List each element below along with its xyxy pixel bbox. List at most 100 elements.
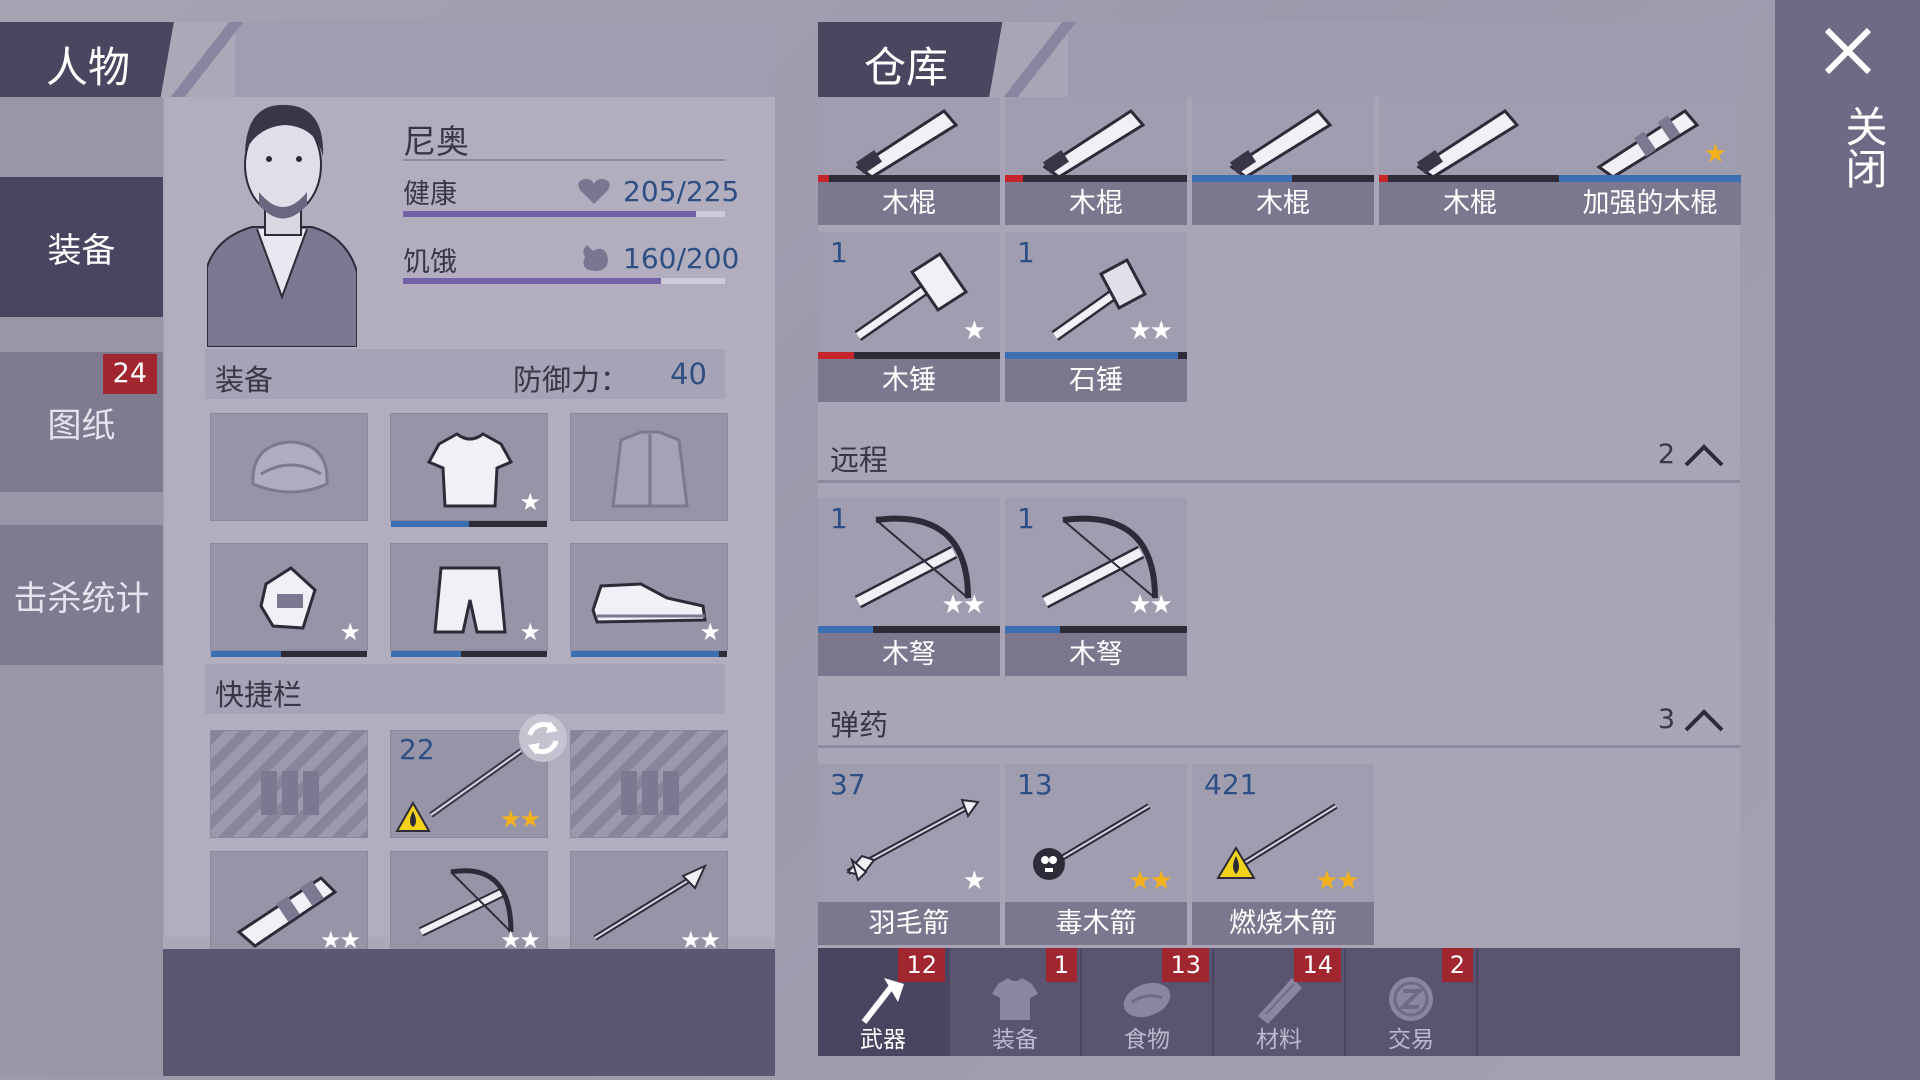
tab-trade[interactable]: 2 交易: [1346, 948, 1478, 1056]
hunger-label: 饥饿: [403, 247, 457, 278]
item-count: 13: [1017, 768, 1053, 801]
tab-label: 材料: [1256, 1027, 1302, 1053]
item-name: 羽毛箭: [818, 902, 1000, 945]
quickbar-section-header: 快捷栏: [205, 664, 725, 714]
durability-bar: [1005, 175, 1187, 182]
equipment-slot-outerwear[interactable]: [570, 413, 728, 521]
durability-bar: [1005, 626, 1187, 633]
side-tab-kill-stats[interactable]: 击杀统计: [0, 525, 163, 665]
item-count: 1: [830, 236, 848, 269]
health-label: 健康: [403, 179, 457, 210]
rating-stars: ★★: [1128, 866, 1173, 896]
rating-stars: ★: [519, 488, 540, 516]
storage-item-card[interactable]: 37 ★ 羽毛箭: [818, 764, 1000, 945]
close-icon[interactable]: [1823, 26, 1873, 76]
character-header-strip: [235, 22, 775, 97]
equipment-slot-head[interactable]: [210, 413, 368, 521]
tab-food[interactable]: 13 食物: [1082, 948, 1214, 1056]
category-title: 远程: [830, 443, 889, 477]
durability-bar: [1192, 175, 1374, 182]
character-header: 人物: [0, 22, 244, 97]
item-name: 木弩: [1005, 633, 1187, 676]
jacket-icon: [611, 430, 689, 508]
close-column[interactable]: 关闭: [1775, 0, 1920, 1080]
tab-materials[interactable]: 14 材料: [1214, 948, 1346, 1056]
swap-icon[interactable]: [516, 711, 570, 765]
side-tab-label: 击杀统计: [13, 578, 150, 619]
tab-label: 武器: [860, 1027, 906, 1053]
storage-item-card[interactable]: 木棍: [818, 97, 1000, 225]
tab-gear[interactable]: 1 装备: [950, 948, 1082, 1056]
chevron-up-icon: [1682, 706, 1726, 732]
category-header-ammo[interactable]: 弹药 3: [818, 692, 1740, 748]
tab-weapons[interactable]: 12 武器: [818, 948, 950, 1056]
item-name: 木棍: [1192, 182, 1374, 225]
rating-stars: ★★: [941, 590, 986, 620]
equipment-section-header: 装备 防御力： 40: [205, 349, 725, 399]
hunger-bar: [403, 278, 725, 284]
tab-count-badge: 2: [1441, 948, 1473, 982]
storage-item-card[interactable]: 1 ★★ 木弩: [818, 498, 1000, 676]
tab-label: 食物: [1124, 1027, 1170, 1053]
helmet-icon: [251, 440, 329, 494]
equipment-slot-legs[interactable]: ★: [390, 543, 548, 657]
storage-item-card[interactable]: ★ 加强的木棍: [1559, 97, 1741, 225]
shirt-icon: [988, 972, 1042, 1026]
durability-bar: [391, 521, 547, 527]
storage-panel: 仓库 木棍 木棍 木棍 木棍 ★ 加强的木棍 1 ★ 木锤 1 ★★ 石锤 远程…: [818, 22, 1741, 1056]
durability-bar: [818, 352, 1000, 359]
storage-item-card[interactable]: 1 ★ 木锤: [818, 232, 1000, 402]
equipment-slot-hands[interactable]: ★: [210, 543, 368, 657]
item-name: 加强的木棍: [1559, 182, 1741, 225]
item-count: 1: [1017, 236, 1035, 269]
heart-icon: [577, 177, 611, 205]
quickbar-slot-5[interactable]: ★★: [390, 851, 548, 965]
character-portrait: [207, 97, 357, 347]
side-tab-bar: 装备 图纸 24 击杀统计: [0, 97, 163, 1076]
item-count: 1: [830, 502, 848, 535]
durability-bar: [1379, 175, 1561, 182]
storage-item-card[interactable]: 13 ★★ 毒木箭: [1005, 764, 1187, 945]
storage-category-tabs: 12 武器 1 装备 13 食物 14 材料 2 交易: [818, 948, 1740, 1056]
club-icon: [1229, 109, 1333, 175]
storage-item-card[interactable]: 421 ★★ 燃烧木箭: [1192, 764, 1374, 945]
quickbar-slot-6[interactable]: ★★: [570, 851, 728, 965]
quickbar-slot-1[interactable]: [210, 730, 368, 838]
character-bottom-area: [163, 949, 775, 1076]
rating-stars: ★: [962, 316, 986, 346]
item-name: 燃烧木箭: [1192, 902, 1374, 945]
character-content: 尼奥 健康 205/225 饥饿 160/200 装备 防御力： 40 ★ ★ …: [165, 97, 775, 965]
durability-bar: [571, 651, 727, 657]
quickbar-slot-2[interactable]: 22 ★★: [390, 714, 567, 838]
side-tab-blueprints[interactable]: 图纸 24: [0, 352, 163, 492]
item-count: 421: [1204, 768, 1258, 801]
storage-header-strip: [1068, 22, 1740, 97]
item-count: 22: [399, 733, 435, 766]
quickbar-slot-4[interactable]: ★★: [210, 851, 368, 965]
storage-item-card[interactable]: 木棍: [1005, 97, 1187, 225]
equipment-slot-feet[interactable]: ★: [570, 543, 728, 657]
item-count: 1: [1017, 502, 1035, 535]
close-label[interactable]: 关闭: [1833, 105, 1894, 189]
category-header-ranged[interactable]: 远程 2: [818, 427, 1740, 483]
storage-item-card[interactable]: 1 ★★ 石锤: [1005, 232, 1187, 402]
club-icon: [1416, 109, 1520, 175]
side-tab-equipment[interactable]: 装备: [0, 177, 163, 317]
tab-label: 交易: [1388, 1027, 1434, 1053]
storage-item-card[interactable]: 木棍: [1379, 97, 1561, 225]
storage-item-card[interactable]: 1 ★★ 木弩: [1005, 498, 1187, 676]
item-name: 木棍: [1379, 182, 1561, 225]
tab-count-badge: 14: [1294, 948, 1341, 982]
quickbar-slot-3[interactable]: [570, 730, 728, 838]
tab-count-badge: 12: [898, 948, 945, 982]
storage-item-card[interactable]: 木棍: [1192, 97, 1374, 225]
durability-bar: [391, 651, 547, 657]
rating-stars: ★: [339, 618, 360, 646]
rating-stars: ★★: [1315, 866, 1360, 896]
club-icon: [1042, 109, 1146, 175]
blueprints-count-badge: 24: [102, 354, 157, 394]
character-panel: 人物 装备 图纸 24 击杀统计 尼奥 健康 205/225 饥饿 160/20…: [0, 22, 775, 1076]
tab-count-badge: 1: [1045, 948, 1077, 982]
equipment-slot-torso[interactable]: ★: [390, 413, 548, 527]
side-tab-label: 图纸: [47, 405, 116, 446]
